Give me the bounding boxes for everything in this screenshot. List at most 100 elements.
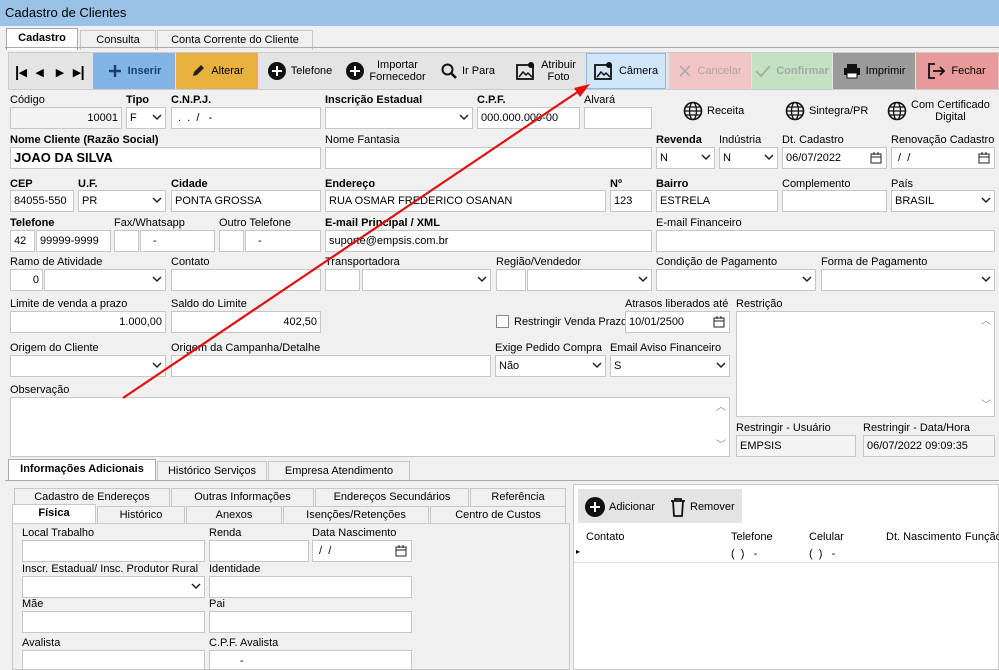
email-aviso-select[interactable]: S: [610, 355, 730, 377]
pai-field[interactable]: [209, 611, 412, 633]
scroll-down-icon[interactable]: ﹀: [716, 436, 726, 456]
next-record-icon[interactable]: ▸: [56, 63, 64, 81]
email-financeiro-field[interactable]: [656, 230, 995, 252]
ramo-code-field[interactable]: 0: [10, 269, 43, 291]
cnpj-field[interactable]: . . / -: [171, 107, 321, 129]
confirmar-button[interactable]: Confirmar: [752, 53, 832, 89]
restringir-venda-checkbox[interactable]: [496, 315, 509, 328]
identidade-field[interactable]: [209, 576, 412, 598]
ir-para-button[interactable]: Ir Para: [433, 53, 503, 89]
dt-cadastro-field[interactable]: 06/07/2022: [782, 147, 887, 169]
nome-field[interactable]: JOAO DA SILVA: [10, 147, 321, 169]
cep-field[interactable]: 84055-550: [10, 190, 74, 212]
importar-fornecedor-button[interactable]: Importar Fornecedor: [341, 53, 431, 89]
numero-field[interactable]: 123: [610, 190, 652, 212]
restringir-usuario-field[interactable]: EMPSIS: [736, 435, 856, 457]
outro-telefone-field[interactable]: -: [245, 230, 321, 252]
tab-informacoes-adicionais[interactable]: Informações Adicionais: [8, 459, 156, 481]
cpf-avalista-field[interactable]: -: [209, 650, 412, 670]
last-record-icon[interactable]: ▸|: [73, 63, 85, 81]
certificado-digital-button[interactable]: Com Certificado Digital: [887, 99, 990, 123]
industria-label: Indústria: [719, 134, 762, 146]
email-financeiro-label: E-mail Financeiro: [656, 217, 742, 229]
tab-anexos[interactable]: Anexos: [186, 506, 282, 524]
complemento-field[interactable]: [782, 190, 887, 212]
cpf-field[interactable]: 000.000.000-00: [477, 107, 580, 129]
outro-telefone-ddd-field[interactable]: [219, 230, 244, 252]
atrasos-field[interactable]: 10/01/2500: [625, 311, 730, 333]
table-row[interactable]: ▸ ( ) - ( ) -: [574, 545, 999, 563]
tab-historico-servicos[interactable]: Histórico Serviços: [157, 461, 267, 481]
tab-enderecos-secundarios[interactable]: Endereços Secundários: [315, 488, 469, 506]
renovacao-field[interactable]: / /: [891, 147, 995, 169]
bairro-field[interactable]: ESTRELA: [656, 190, 778, 212]
prev-record-icon[interactable]: ◂: [36, 63, 44, 81]
receita-button[interactable]: Receita: [683, 101, 744, 121]
alvara-field[interactable]: [584, 107, 652, 129]
industria-select[interactable]: N: [719, 147, 778, 169]
campanha-field[interactable]: [171, 355, 491, 377]
pais-select[interactable]: BRASIL: [891, 190, 995, 212]
regiao-select[interactable]: [527, 269, 652, 291]
restricao-textarea[interactable]: ︿ ﹀: [736, 311, 995, 417]
plus-circle-icon: [267, 62, 286, 80]
codigo-field[interactable]: 10001: [10, 107, 122, 129]
contato-label: Contato: [171, 256, 210, 268]
tab-isencoes[interactable]: Isenções/Retenções: [283, 506, 429, 524]
revenda-select[interactable]: N: [656, 147, 715, 169]
regiao-code-field[interactable]: [496, 269, 526, 291]
tab-centro-custos[interactable]: Centro de Custos: [430, 506, 566, 524]
forma-pagamento-select[interactable]: [821, 269, 995, 291]
fax-field[interactable]: -: [140, 230, 215, 252]
telefone-field[interactable]: 99999-9999: [36, 230, 111, 252]
first-record-icon[interactable]: |◂: [15, 63, 27, 81]
imprimir-button[interactable]: Imprimir: [833, 53, 915, 89]
renda-field[interactable]: [209, 540, 309, 562]
inscricao-select[interactable]: [22, 576, 205, 598]
limite-field[interactable]: 1.000,00: [10, 311, 166, 333]
ie-select[interactable]: [325, 107, 473, 129]
tab-referencia[interactable]: Referência: [470, 488, 566, 506]
fechar-button[interactable]: Fechar: [916, 53, 998, 89]
tab-historico[interactable]: Histórico: [97, 506, 185, 524]
telefone-button[interactable]: Telefone: [261, 53, 339, 89]
local-trabalho-label: Local Trabalho: [22, 527, 95, 539]
exige-pedido-select[interactable]: Não: [495, 355, 606, 377]
remover-button[interactable]: Remover: [670, 497, 735, 517]
transportadora-code-field[interactable]: [325, 269, 360, 291]
fantasia-field[interactable]: [325, 147, 652, 169]
ramo-select[interactable]: [44, 269, 166, 291]
telefone-ddd-field[interactable]: 42: [10, 230, 35, 252]
transportadora-select[interactable]: [362, 269, 491, 291]
cancelar-button[interactable]: Cancelar: [669, 53, 751, 89]
contato-field[interactable]: [171, 269, 321, 291]
tab-empresa-atendimento[interactable]: Empresa Atendimento: [268, 461, 410, 481]
origem-select[interactable]: [10, 355, 166, 377]
uf-select[interactable]: PR: [78, 190, 166, 212]
email-aviso-label: Email Aviso Financeiro: [610, 342, 722, 354]
condicao-pagamento-select[interactable]: [656, 269, 816, 291]
restringir-data-field[interactable]: 06/07/2022 09:09:35: [863, 435, 995, 457]
atribuir-foto-button[interactable]: Atribuir Foto: [509, 53, 583, 89]
data-nascimento-field[interactable]: / /: [312, 540, 412, 562]
tab-outras-informacoes[interactable]: Outras Informações: [171, 488, 314, 506]
tab-fisica[interactable]: Física: [12, 504, 96, 524]
avalista-field[interactable]: [22, 650, 205, 670]
fax-ddd-field[interactable]: [114, 230, 139, 252]
adicionar-button[interactable]: Adicionar: [585, 497, 655, 517]
inserir-button[interactable]: Inserir: [93, 53, 175, 89]
mae-field[interactable]: [22, 611, 205, 633]
observacao-textarea[interactable]: ︿ ﹀: [10, 397, 730, 457]
sintegra-button[interactable]: Sintegra/PR: [785, 101, 868, 121]
scroll-up-icon[interactable]: ︿: [981, 312, 991, 332]
cidade-field[interactable]: PONTA GROSSA: [171, 190, 321, 212]
saldo-field[interactable]: 402,50: [171, 311, 321, 333]
endereco-field[interactable]: RUA OSMAR FREDERICO OSANAN: [325, 190, 606, 212]
camera-button[interactable]: Câmera: [586, 53, 666, 89]
scroll-down-icon[interactable]: ﹀: [981, 396, 991, 416]
alterar-button[interactable]: Alterar: [176, 53, 258, 89]
tipo-select[interactable]: F: [126, 107, 166, 129]
email-field[interactable]: suporte@empsis.com.br: [325, 230, 652, 252]
local-trabalho-field[interactable]: [22, 540, 205, 562]
scroll-up-icon[interactable]: ︿: [716, 398, 726, 418]
